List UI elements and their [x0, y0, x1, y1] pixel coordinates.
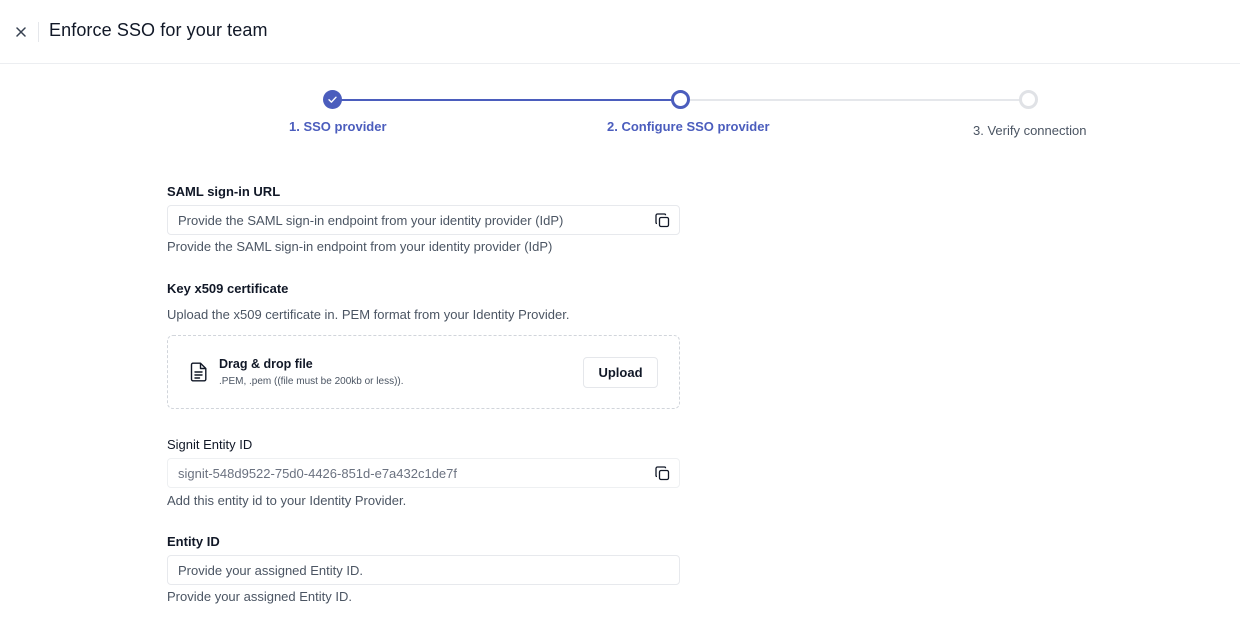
signit-entity-field[interactable]: signit-548d9522-75d0-4426-851d-e7a432c1d…	[167, 458, 680, 488]
dialog-header: Enforce SSO for your team	[0, 0, 1240, 64]
step-1-indicator[interactable]	[323, 90, 342, 109]
header-divider	[38, 22, 39, 42]
saml-url-placeholder: Provide the SAML sign-in endpoint from y…	[178, 212, 564, 228]
cert-helper: Upload the x509 certificate in. PEM form…	[167, 307, 570, 322]
dropzone-subtitle: .PEM, .pem ((file must be 200kb or less)…	[219, 376, 404, 387]
entity-id-helper: Provide your assigned Entity ID.	[167, 589, 352, 604]
page-title: Enforce SSO for your team	[49, 20, 268, 40]
step-1-label[interactable]: 1. SSO provider	[289, 119, 387, 134]
file-dropzone[interactable]: Drag & drop file .PEM, .pem ((file must …	[167, 335, 680, 409]
step-2-label[interactable]: 2. Configure SSO provider	[607, 119, 770, 134]
entity-id-input[interactable]: Provide your assigned Entity ID.	[167, 555, 680, 585]
close-button[interactable]	[10, 22, 32, 42]
saml-url-helper: Provide the SAML sign-in endpoint from y…	[167, 239, 553, 254]
signit-entity-helper: Add this entity id to your Identity Prov…	[167, 493, 407, 508]
cert-label: Key x509 certificate	[167, 281, 289, 296]
upload-button[interactable]: Upload	[583, 357, 658, 388]
stepper-track-complete	[341, 99, 672, 101]
saml-url-input[interactable]: Provide the SAML sign-in endpoint from y…	[167, 205, 680, 235]
stepper-track-upcoming	[689, 99, 1020, 101]
step-2-indicator[interactable]	[671, 90, 690, 109]
signit-entity-label: Signit Entity ID	[167, 437, 253, 452]
entity-id-label: Entity ID	[167, 534, 220, 549]
document-icon	[190, 362, 207, 382]
check-icon	[328, 96, 337, 103]
saml-url-label: SAML sign-in URL	[167, 184, 281, 199]
step-3-label[interactable]: 3. Verify connection	[973, 123, 1086, 138]
dropzone-title: Drag & drop file	[219, 357, 313, 371]
copy-icon[interactable]	[655, 466, 670, 481]
entity-id-placeholder: Provide your assigned Entity ID.	[178, 562, 363, 578]
copy-icon[interactable]	[655, 213, 670, 228]
signit-entity-value: signit-548d9522-75d0-4426-851d-e7a432c1d…	[178, 465, 458, 481]
close-icon	[16, 27, 26, 37]
step-3-indicator[interactable]	[1019, 90, 1038, 109]
